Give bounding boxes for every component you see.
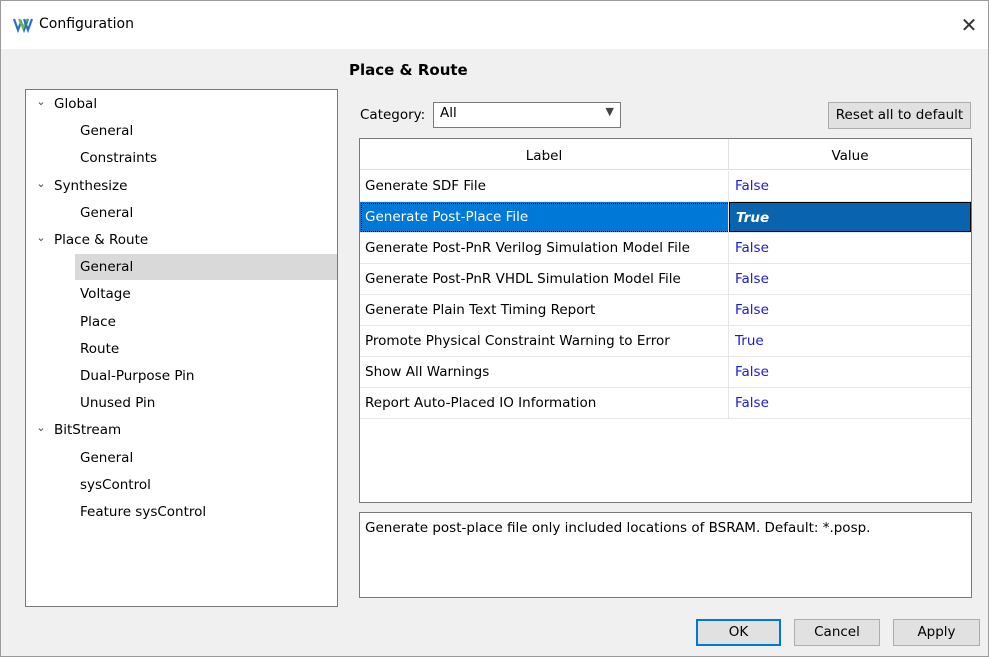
tree-item[interactable]: Feature sysControl — [75, 499, 337, 525]
cancel-button[interactable]: Cancel — [794, 619, 880, 646]
tree-label: General — [80, 204, 134, 221]
table-row[interactable]: Generate SDF File False — [360, 171, 971, 202]
category-label: Category: — [360, 107, 426, 123]
row-value[interactable]: False — [729, 388, 971, 418]
tree-label: Dual-Purpose Pin — [80, 368, 195, 384]
tree-item[interactable]: Dual-Purpose Pin — [75, 363, 337, 389]
chevron-down-icon[interactable]: ⌄ — [32, 415, 50, 441]
tree-label: sysControl — [80, 476, 151, 493]
row-label: Generate Post-PnR Verilog Simulation Mod… — [360, 233, 729, 263]
app-logo-icon — [12, 16, 34, 34]
row-label: Show All Warnings — [360, 357, 729, 387]
row-label: Generate Plain Text Timing Report — [360, 295, 729, 325]
table-row[interactable]: Generate Post-PnR Verilog Simulation Mod… — [360, 233, 971, 264]
row-value[interactable]: True — [729, 202, 971, 232]
table-row[interactable]: Generate Plain Text Timing Report False — [360, 295, 971, 326]
row-value[interactable]: False — [729, 233, 971, 263]
category-selected-value: All — [440, 105, 457, 121]
tree-item[interactable]: sysControl — [75, 472, 337, 498]
page-title: Place & Route — [349, 61, 468, 79]
tree-item[interactable]: Unused Pin — [75, 390, 337, 416]
tree-item[interactable]: Place — [75, 309, 337, 335]
tree-label: Unused Pin — [80, 395, 156, 412]
grid-header: ⌵ Label Value — [360, 139, 971, 170]
sort-chevron-icon: ⌵ — [540, 148, 548, 159]
row-value[interactable]: False — [729, 295, 971, 325]
tree-group[interactable]: ⌄ Global — [32, 91, 337, 117]
row-value[interactable]: False — [729, 171, 971, 201]
reset-all-button[interactable]: Reset all to default — [828, 102, 971, 129]
tree-item[interactable]: General — [75, 200, 337, 226]
tree-group[interactable]: ⌄ Synthesize — [32, 173, 337, 199]
chevron-down-icon[interactable]: ⌄ — [32, 89, 50, 115]
apply-button[interactable]: Apply — [893, 619, 980, 646]
tree-label: Route — [80, 340, 120, 357]
category-dropdown[interactable]: All ▼ — [433, 102, 621, 128]
tree-label: BitStream — [54, 422, 122, 439]
tree-group[interactable]: ⌄ Place & Route — [32, 227, 337, 253]
table-row[interactable]: Report Auto-Placed IO Information False — [360, 388, 971, 419]
tree-label: Feature sysControl — [80, 504, 207, 520]
configuration-window: Configuration ✕ Place & Route ⌄ Global Gen… — [0, 0, 989, 657]
column-header-value[interactable]: Value — [729, 139, 971, 170]
options-grid[interactable]: ⌵ Label Value Generate SDF File False Gene… — [359, 138, 972, 503]
table-row[interactable]: Generate Post-Place File True — [360, 202, 971, 233]
chevron-down-icon[interactable]: ⌄ — [32, 225, 50, 251]
row-label: Generate Post-Place File — [360, 202, 729, 232]
row-value[interactable]: False — [729, 264, 971, 294]
category-tree[interactable]: ⌄ Global General Constraints ⌄ Synthesize Gene… — [25, 89, 338, 607]
tree-label: Voltage — [80, 286, 131, 303]
table-row[interactable]: Show All Warnings False — [360, 357, 971, 388]
window-title: Configuration — [39, 16, 134, 32]
chevron-down-icon: ▼ — [605, 105, 614, 118]
tree-label: Global — [54, 96, 98, 112]
row-value[interactable]: True — [729, 326, 971, 356]
table-row[interactable]: Promote Physical Constraint Warning to E… — [360, 326, 971, 357]
tree-label: General — [80, 449, 134, 466]
tree-label: General — [80, 259, 134, 276]
row-label: Generate Post-PnR VHDL Simulation Model … — [360, 264, 729, 294]
column-header-label[interactable]: ⌵ Label — [360, 139, 729, 170]
description-box: Generate post-place file only included l… — [359, 512, 972, 598]
tree-item[interactable]: Voltage — [75, 281, 337, 307]
tree-label: Place & Route — [54, 232, 149, 248]
table-row[interactable]: Generate Post-PnR VHDL Simulation Model … — [360, 264, 971, 295]
ok-button[interactable]: OK — [696, 619, 781, 646]
tree-item[interactable]: General — [75, 254, 337, 281]
tree-item[interactable]: General — [75, 118, 337, 144]
close-icon[interactable]: ✕ — [954, 11, 984, 39]
tree-item[interactable]: Route — [75, 336, 337, 362]
tree-group[interactable]: ⌄ BitStream — [32, 417, 337, 443]
tree-label: Constraints — [80, 150, 158, 167]
row-value[interactable]: False — [729, 357, 971, 387]
chevron-down-icon[interactable]: ⌄ — [32, 171, 50, 197]
tree-item[interactable]: Constraints — [75, 145, 337, 171]
tree-label: General — [80, 123, 134, 140]
row-label: Generate SDF File — [360, 171, 729, 201]
tree-item[interactable]: General — [75, 445, 337, 471]
tree-label: Synthesize — [54, 177, 128, 194]
title-bar: Configuration ✕ — [1, 1, 988, 49]
row-label: Report Auto-Placed IO Information — [360, 388, 729, 418]
row-label: Promote Physical Constraint Warning to E… — [360, 326, 729, 356]
tree-label: Place — [80, 313, 116, 330]
